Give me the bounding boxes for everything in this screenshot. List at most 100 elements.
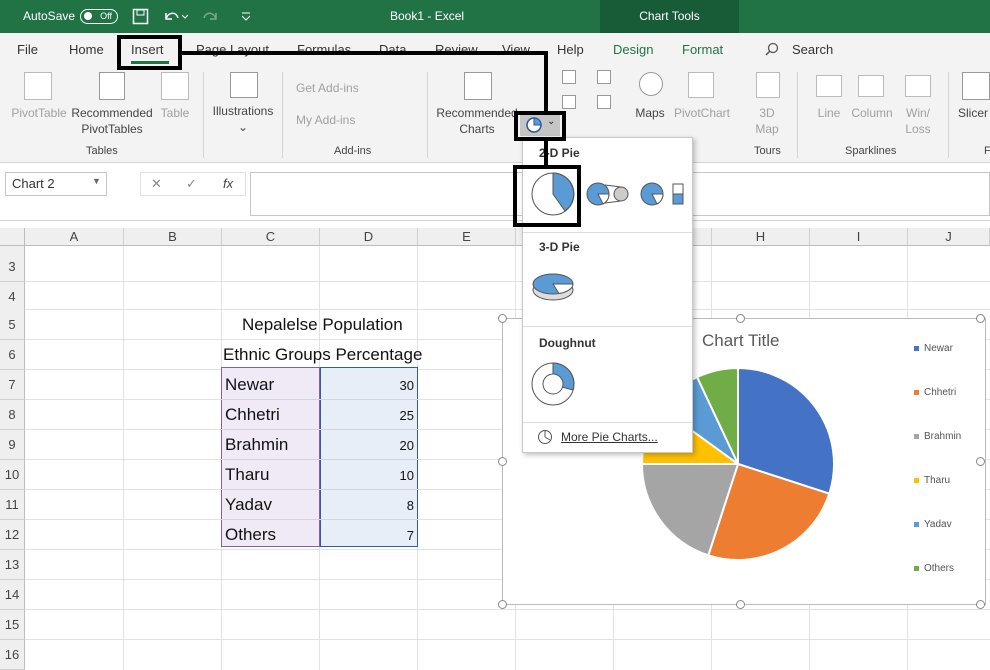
- pivotchart-icon: [688, 72, 714, 98]
- category-cell[interactable]: Brahmin: [225, 430, 288, 460]
- row-header[interactable]: 14: [0, 580, 25, 610]
- legend-entry[interactable]: Yadav: [914, 519, 952, 530]
- namebox-dropdown-icon[interactable]: ▼: [92, 176, 101, 186]
- row-header-partial: [0, 246, 25, 252]
- row-header[interactable]: 12: [0, 520, 25, 550]
- chart-title[interactable]: Chart Title: [702, 331, 779, 351]
- waterfall-chart-icon[interactable]: [597, 70, 611, 84]
- resize-handle[interactable]: [498, 600, 507, 609]
- column-header[interactable]: B: [124, 228, 222, 246]
- ribbon-separator: [427, 72, 428, 158]
- column-header[interactable]: H: [712, 228, 810, 246]
- legend-entry[interactable]: Newar: [914, 343, 953, 354]
- autosave-toggle[interactable]: Off: [80, 9, 118, 24]
- value-cell[interactable]: 20: [322, 431, 414, 461]
- connector-line: [544, 141, 548, 167]
- tab-file[interactable]: File: [17, 42, 38, 57]
- legend-swatch: [914, 389, 919, 395]
- legend-entry[interactable]: Chhetri: [914, 387, 956, 398]
- row-header[interactable]: 13: [0, 550, 25, 580]
- customize-toolbar-icon[interactable]: [240, 10, 252, 22]
- ribbon-separator: [282, 72, 283, 158]
- row-header[interactable]: 6: [0, 340, 25, 370]
- line-sparkline-icon: [816, 75, 842, 97]
- tab-help[interactable]: Help: [557, 42, 584, 57]
- column-header[interactable]: J: [908, 228, 990, 246]
- ribbon-separator: [797, 72, 798, 158]
- gridline: [25, 309, 990, 310]
- column-header[interactable]: A: [25, 228, 124, 246]
- recommended-charts-icon: [464, 72, 492, 100]
- enter-icon[interactable]: ✓: [186, 173, 197, 195]
- undo-icon[interactable]: [162, 8, 188, 25]
- value-cell[interactable]: 8: [322, 491, 414, 521]
- legend-entry[interactable]: Brahmin: [914, 431, 961, 442]
- row-header[interactable]: 7: [0, 370, 25, 400]
- illustrations-button[interactable]: Illustrations: [210, 103, 276, 119]
- statistic-chart-icon[interactable]: [597, 95, 611, 109]
- autosave-label: AutoSave: [23, 9, 76, 23]
- gridline: [25, 639, 990, 640]
- value-cell[interactable]: 30: [322, 371, 414, 401]
- title-bar: AutoSave Off Book1 - Excel Chart Tools: [0, 0, 990, 33]
- resize-handle[interactable]: [976, 457, 985, 466]
- resize-handle[interactable]: [498, 314, 507, 323]
- save-icon[interactable]: [132, 8, 149, 25]
- row-header[interactable]: 3: [0, 252, 25, 282]
- tab-home[interactable]: Home: [69, 42, 104, 57]
- doughnut-option[interactable]: [529, 360, 577, 408]
- category-cell[interactable]: Tharu: [225, 460, 269, 490]
- row-header[interactable]: 15: [0, 610, 25, 640]
- value-cell[interactable]: 10: [322, 461, 414, 491]
- select-all-corner[interactable]: [0, 228, 25, 246]
- sheet-header-cell[interactable]: Ethnic Groups Percentage: [223, 340, 422, 370]
- sheet-title-cell[interactable]: Nepalelse Population: [242, 310, 403, 340]
- legend-entry[interactable]: Others: [914, 563, 954, 574]
- row-header[interactable]: 5: [0, 310, 25, 340]
- column-chart-icon[interactable]: [562, 70, 576, 84]
- slicer-icon: [962, 72, 990, 100]
- row-header[interactable]: 8: [0, 400, 25, 430]
- recommended-pivottables-button[interactable]: Recommended PivotTables: [70, 105, 154, 137]
- row-header[interactable]: 4: [0, 282, 25, 312]
- column-header[interactable]: I: [810, 228, 908, 246]
- resize-handle[interactable]: [976, 314, 985, 323]
- tab-format[interactable]: Format: [682, 42, 723, 57]
- hierarchy-chart-icon[interactable]: [562, 95, 576, 109]
- category-cell[interactable]: Others: [225, 520, 276, 550]
- maps-button[interactable]: Maps: [628, 105, 672, 121]
- row-header[interactable]: 11: [0, 490, 25, 520]
- pivotchart-button[interactable]: PivotChart: [670, 105, 734, 121]
- legend-swatch: [914, 565, 919, 571]
- tab-design[interactable]: Design: [613, 42, 653, 57]
- recommended-charts-button[interactable]: Recommended Charts: [436, 105, 518, 137]
- column-header[interactable]: E: [418, 228, 516, 246]
- row-header[interactable]: 16: [0, 640, 25, 670]
- value-cell[interactable]: 7: [322, 521, 414, 551]
- pie-3d-option[interactable]: [529, 268, 577, 304]
- line-sparkline-button: Line: [817, 106, 841, 120]
- row-header[interactable]: 10: [0, 460, 25, 490]
- pie-of-pie-option[interactable]: [585, 180, 633, 208]
- resize-handle[interactable]: [736, 314, 745, 323]
- 3d-map-button[interactable]: 3D Map: [748, 105, 786, 137]
- search-icon[interactable]: [765, 42, 779, 56]
- resize-handle[interactable]: [736, 600, 745, 609]
- bar-of-pie-option[interactable]: [639, 180, 687, 208]
- category-cell[interactable]: Chhetri: [225, 400, 280, 430]
- category-cell[interactable]: Yadav: [225, 490, 272, 520]
- value-cell[interactable]: 25: [322, 401, 414, 431]
- resize-handle[interactable]: [498, 457, 507, 466]
- category-cell[interactable]: Newar: [225, 370, 274, 400]
- more-pie-charts-link[interactable]: More Pie Charts...: [561, 430, 658, 444]
- formula-controls: ✕ ✓ fx: [140, 172, 246, 196]
- cancel-icon[interactable]: ✕: [151, 173, 162, 195]
- search-label[interactable]: Search: [792, 42, 833, 57]
- slicer-button[interactable]: Slicer: [958, 105, 990, 121]
- resize-handle[interactable]: [976, 600, 985, 609]
- insert-function-icon[interactable]: fx: [223, 173, 233, 195]
- row-header[interactable]: 9: [0, 430, 25, 460]
- column-header[interactable]: C: [222, 228, 320, 246]
- column-header[interactable]: D: [320, 228, 418, 246]
- legend-entry[interactable]: Tharu: [914, 475, 950, 486]
